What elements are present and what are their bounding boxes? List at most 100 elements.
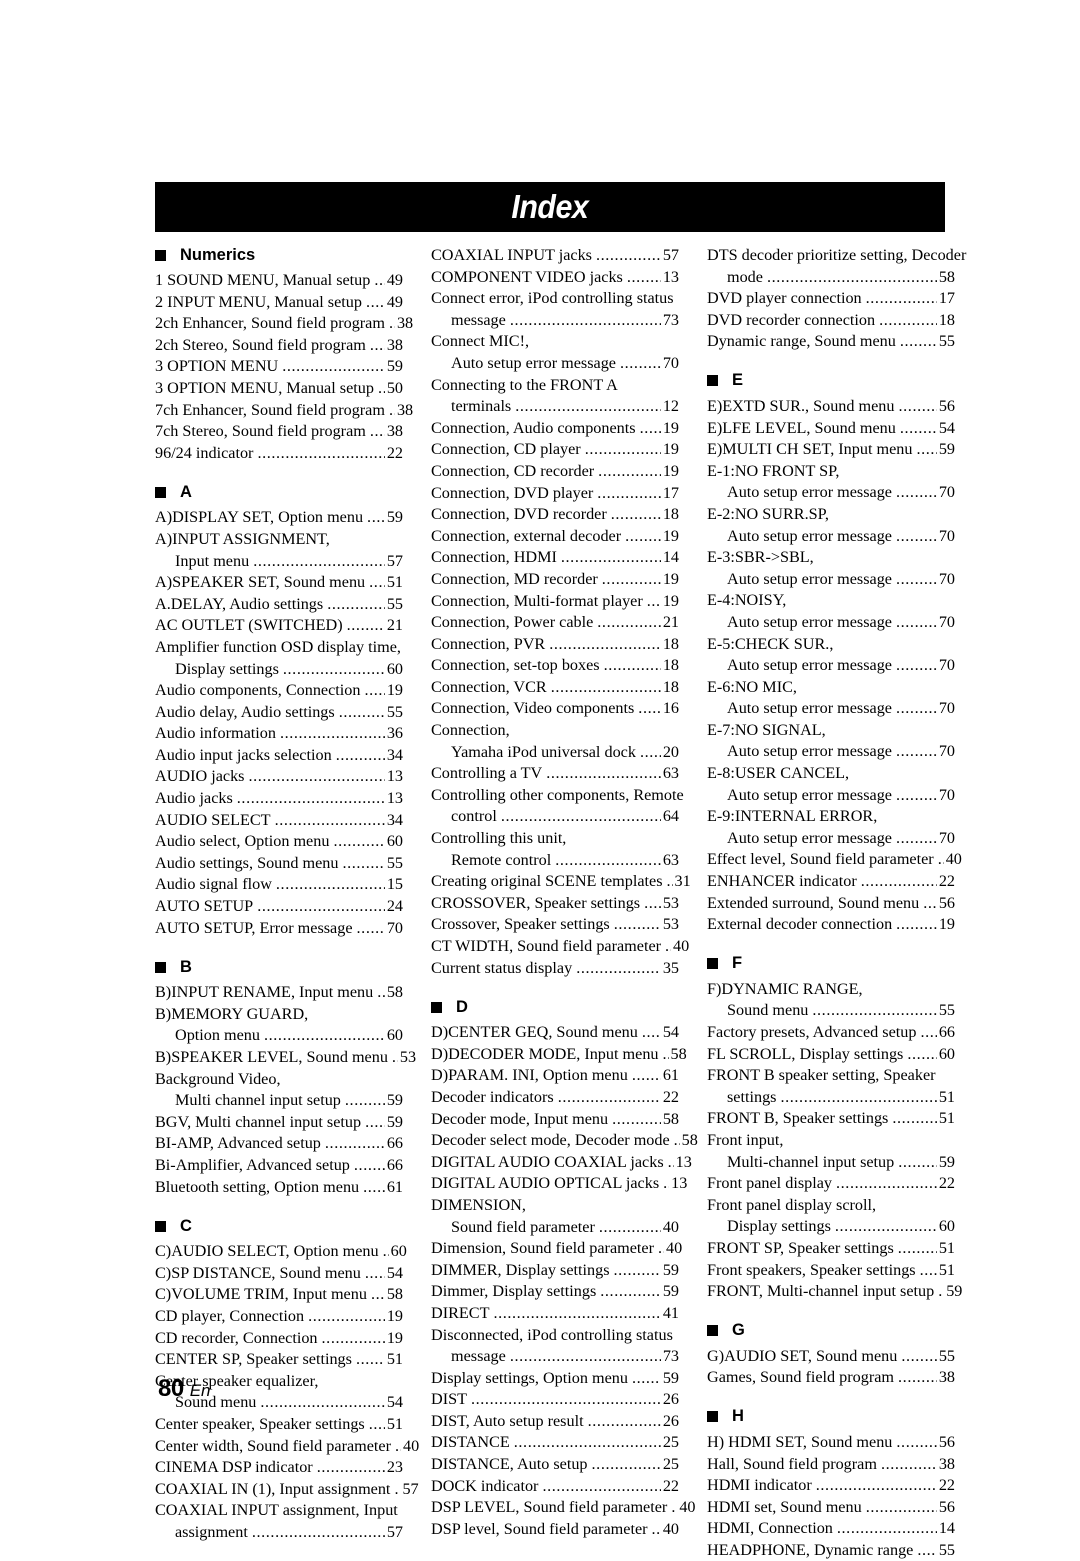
index-entry[interactable]: Connection, CD player...................… — [431, 439, 679, 461]
index-entry[interactable]: DIRECT..................................… — [431, 1303, 679, 1325]
index-entry[interactable]: A)SPEAKER SET, Sound menu...............… — [155, 572, 403, 594]
index-entry[interactable]: Auto setup error message................… — [707, 482, 955, 504]
index-entry[interactable]: assignment..............................… — [155, 1522, 403, 1544]
index-entry[interactable]: Dimmer, Display settings................… — [431, 1281, 679, 1303]
index-entry[interactable]: Audio components, Connection............… — [155, 680, 403, 702]
index-entry[interactable]: E-2:NO SURR.SP,.........................… — [707, 504, 955, 526]
index-entry[interactable]: E-9:INTERNAL ERROR,.....................… — [707, 806, 955, 828]
index-entry[interactable]: Connection, DVD player..................… — [431, 483, 679, 505]
index-entry[interactable]: Auto setup error message................… — [707, 741, 955, 763]
index-entry[interactable]: DIMENSION,..............................… — [431, 1195, 679, 1217]
index-entry[interactable]: Controlling other components, Remote....… — [431, 785, 684, 807]
index-entry[interactable]: DVD player connection...................… — [707, 288, 955, 310]
index-entry[interactable]: E-7:NO SIGNAL,..........................… — [707, 720, 955, 742]
index-entry[interactable]: E-4:NOISY,..............................… — [707, 590, 955, 612]
index-entry[interactable]: External decoder connection.............… — [707, 914, 955, 936]
index-entry[interactable]: Multi channel input setup...............… — [155, 1090, 403, 1112]
index-entry[interactable]: Amplifier function OSD display time,....… — [155, 637, 403, 659]
index-entry[interactable]: Games, Sound field program..............… — [707, 1367, 955, 1389]
index-entry[interactable]: DIGITAL AUDIO OPTICAL jacks.............… — [431, 1173, 687, 1195]
index-entry[interactable]: terminals...............................… — [431, 396, 679, 418]
index-entry[interactable]: DIST....................................… — [431, 1389, 679, 1411]
index-entry[interactable]: AUTO SETUP..............................… — [155, 896, 403, 918]
index-entry[interactable]: BGV, Multi channel input setup..........… — [155, 1112, 403, 1134]
index-entry[interactable]: Center speaker, Speaker settings........… — [155, 1414, 403, 1436]
index-entry[interactable]: DOCK indicator..........................… — [431, 1476, 679, 1498]
index-entry[interactable]: Front panel display.....................… — [707, 1173, 955, 1195]
index-entry[interactable]: E-1:NO FRONT SP,........................… — [707, 461, 955, 483]
index-entry[interactable]: Bi-Amplifier, Advanced setup............… — [155, 1155, 403, 1177]
index-entry[interactable]: message.................................… — [431, 310, 679, 332]
index-entry[interactable]: Audio settings, Sound menu..............… — [155, 853, 403, 875]
index-entry[interactable]: FL SCROLL, Display settings.............… — [707, 1044, 955, 1066]
index-entry[interactable]: FRONT, Multi-channel input setup........… — [707, 1281, 962, 1303]
index-entry[interactable]: CD recorder, Connection.................… — [155, 1328, 403, 1350]
index-entry[interactable]: Audio jacks.............................… — [155, 788, 403, 810]
index-entry[interactable]: ENHANCER indicator......................… — [707, 871, 955, 893]
index-entry[interactable]: FRONT B, Speaker settings...............… — [707, 1108, 955, 1130]
index-entry[interactable]: BI-AMP, Advanced setup..................… — [155, 1133, 403, 1155]
index-entry[interactable]: FRONT SP, Speaker settings..............… — [707, 1238, 955, 1260]
index-entry[interactable]: E)MULTI CH SET, Input menu..............… — [707, 439, 955, 461]
index-entry[interactable]: FRONT B speaker setting, Speaker........… — [707, 1065, 955, 1087]
index-entry[interactable]: Center width, Sound field parameter.....… — [155, 1436, 419, 1458]
index-entry[interactable]: COAXIAL INPUT assignment, Input.........… — [155, 1500, 403, 1522]
index-entry[interactable]: Connection, Power cable.................… — [431, 612, 679, 634]
index-entry[interactable]: Remote control..........................… — [431, 850, 679, 872]
index-entry[interactable]: A)DISPLAY SET, Option menu..............… — [155, 507, 403, 529]
index-entry[interactable]: Audio select, Option menu...............… — [155, 831, 403, 853]
index-entry[interactable]: Extended surround, Sound menu...........… — [707, 893, 955, 915]
index-entry[interactable]: Dimension, Sound field parameter........… — [431, 1238, 682, 1260]
index-entry[interactable]: C)VOLUME TRIM, Input menu...............… — [155, 1284, 403, 1306]
index-entry[interactable]: Audio input jacks selection.............… — [155, 745, 403, 767]
index-entry[interactable]: HEADPHONE, Dynamic range................… — [707, 1540, 955, 1561]
index-entry[interactable]: Auto setup error message................… — [431, 353, 679, 375]
index-entry[interactable]: Connecting to the FRONT A...............… — [431, 375, 679, 397]
index-entry[interactable]: Front panel display scroll,.............… — [707, 1195, 955, 1217]
index-entry[interactable]: Sound menu..............................… — [707, 1000, 955, 1022]
index-entry[interactable]: DSP LEVEL, Sound field parameter........… — [431, 1497, 696, 1519]
index-entry[interactable]: Front speakers, Speaker settings........… — [707, 1260, 955, 1282]
index-entry[interactable]: E)LFE LEVEL, Sound menu.................… — [707, 418, 955, 440]
index-entry[interactable]: F)DYNAMIC RANGE,........................… — [707, 979, 955, 1001]
index-entry[interactable]: Connection, MD recorder.................… — [431, 569, 679, 591]
index-entry[interactable]: Audio information.......................… — [155, 723, 403, 745]
index-entry[interactable]: A.DELAY, Audio settings.................… — [155, 594, 403, 616]
index-entry[interactable]: Decoder indicators......................… — [431, 1087, 679, 1109]
index-entry[interactable]: Connection, Video components............… — [431, 698, 679, 720]
index-entry[interactable]: Display settings........................… — [707, 1216, 955, 1238]
index-entry[interactable]: B)SPEAKER LEVEL, Sound menu.............… — [155, 1047, 416, 1069]
index-entry[interactable]: 7ch Enhancer, Sound field program.......… — [155, 400, 413, 422]
index-entry[interactable]: Auto setup error message................… — [707, 828, 955, 850]
index-entry[interactable]: HDMI set, Sound menu....................… — [707, 1497, 955, 1519]
index-entry[interactable]: Audio signal flow.......................… — [155, 874, 403, 896]
index-entry[interactable]: Front input,............................… — [707, 1130, 955, 1152]
index-entry[interactable]: CT WIDTH, Sound field parameter.........… — [431, 936, 689, 958]
index-entry[interactable]: Audio delay, Audio settings.............… — [155, 702, 403, 724]
index-entry[interactable]: E-8:USER CANCEL,........................… — [707, 763, 955, 785]
index-entry[interactable]: Multi-channel input setup...............… — [707, 1152, 955, 1174]
index-entry[interactable]: Auto setup error message................… — [707, 569, 955, 591]
index-entry[interactable]: D)CENTER GEQ, Sound menu................… — [431, 1022, 679, 1044]
index-entry[interactable]: mode....................................… — [707, 267, 955, 289]
index-entry[interactable]: E)EXTD SUR., Sound menu.................… — [707, 396, 955, 418]
index-entry[interactable]: CENTER SP, Speaker settings.............… — [155, 1349, 403, 1371]
index-entry[interactable]: 1 SOUND MENU, Manual setup..............… — [155, 270, 403, 292]
index-entry[interactable]: Effect level, Sound field parameter.....… — [707, 849, 962, 871]
index-entry[interactable]: Controlling this unit,..................… — [431, 828, 679, 850]
index-entry[interactable]: 2ch Stereo, Sound field program.........… — [155, 335, 403, 357]
index-entry[interactable]: 3 OPTION MENU...........................… — [155, 356, 403, 378]
index-entry[interactable]: Auto setup error message................… — [707, 526, 955, 548]
index-entry[interactable]: COAXIAL INPUT jacks.....................… — [431, 245, 679, 267]
index-entry[interactable]: Connection,.............................… — [431, 720, 679, 742]
index-entry[interactable]: C)SP DISTANCE, Sound menu...............… — [155, 1263, 403, 1285]
index-entry[interactable]: Crossover, Speaker settings.............… — [431, 914, 679, 936]
index-entry[interactable]: 7ch Stereo, Sound field program.........… — [155, 421, 403, 443]
index-entry[interactable]: 96/24 indicator.........................… — [155, 443, 403, 465]
index-entry[interactable]: DVD recorder connection.................… — [707, 310, 955, 332]
index-entry[interactable]: Sound field parameter...................… — [431, 1217, 679, 1239]
index-entry[interactable]: E-3:SBR->SBL,...........................… — [707, 547, 955, 569]
index-entry[interactable]: Option menu.............................… — [155, 1025, 403, 1047]
index-entry[interactable]: AC OUTLET (SWITCHED)....................… — [155, 615, 403, 637]
index-entry[interactable]: Connection, Audio components............… — [431, 418, 679, 440]
